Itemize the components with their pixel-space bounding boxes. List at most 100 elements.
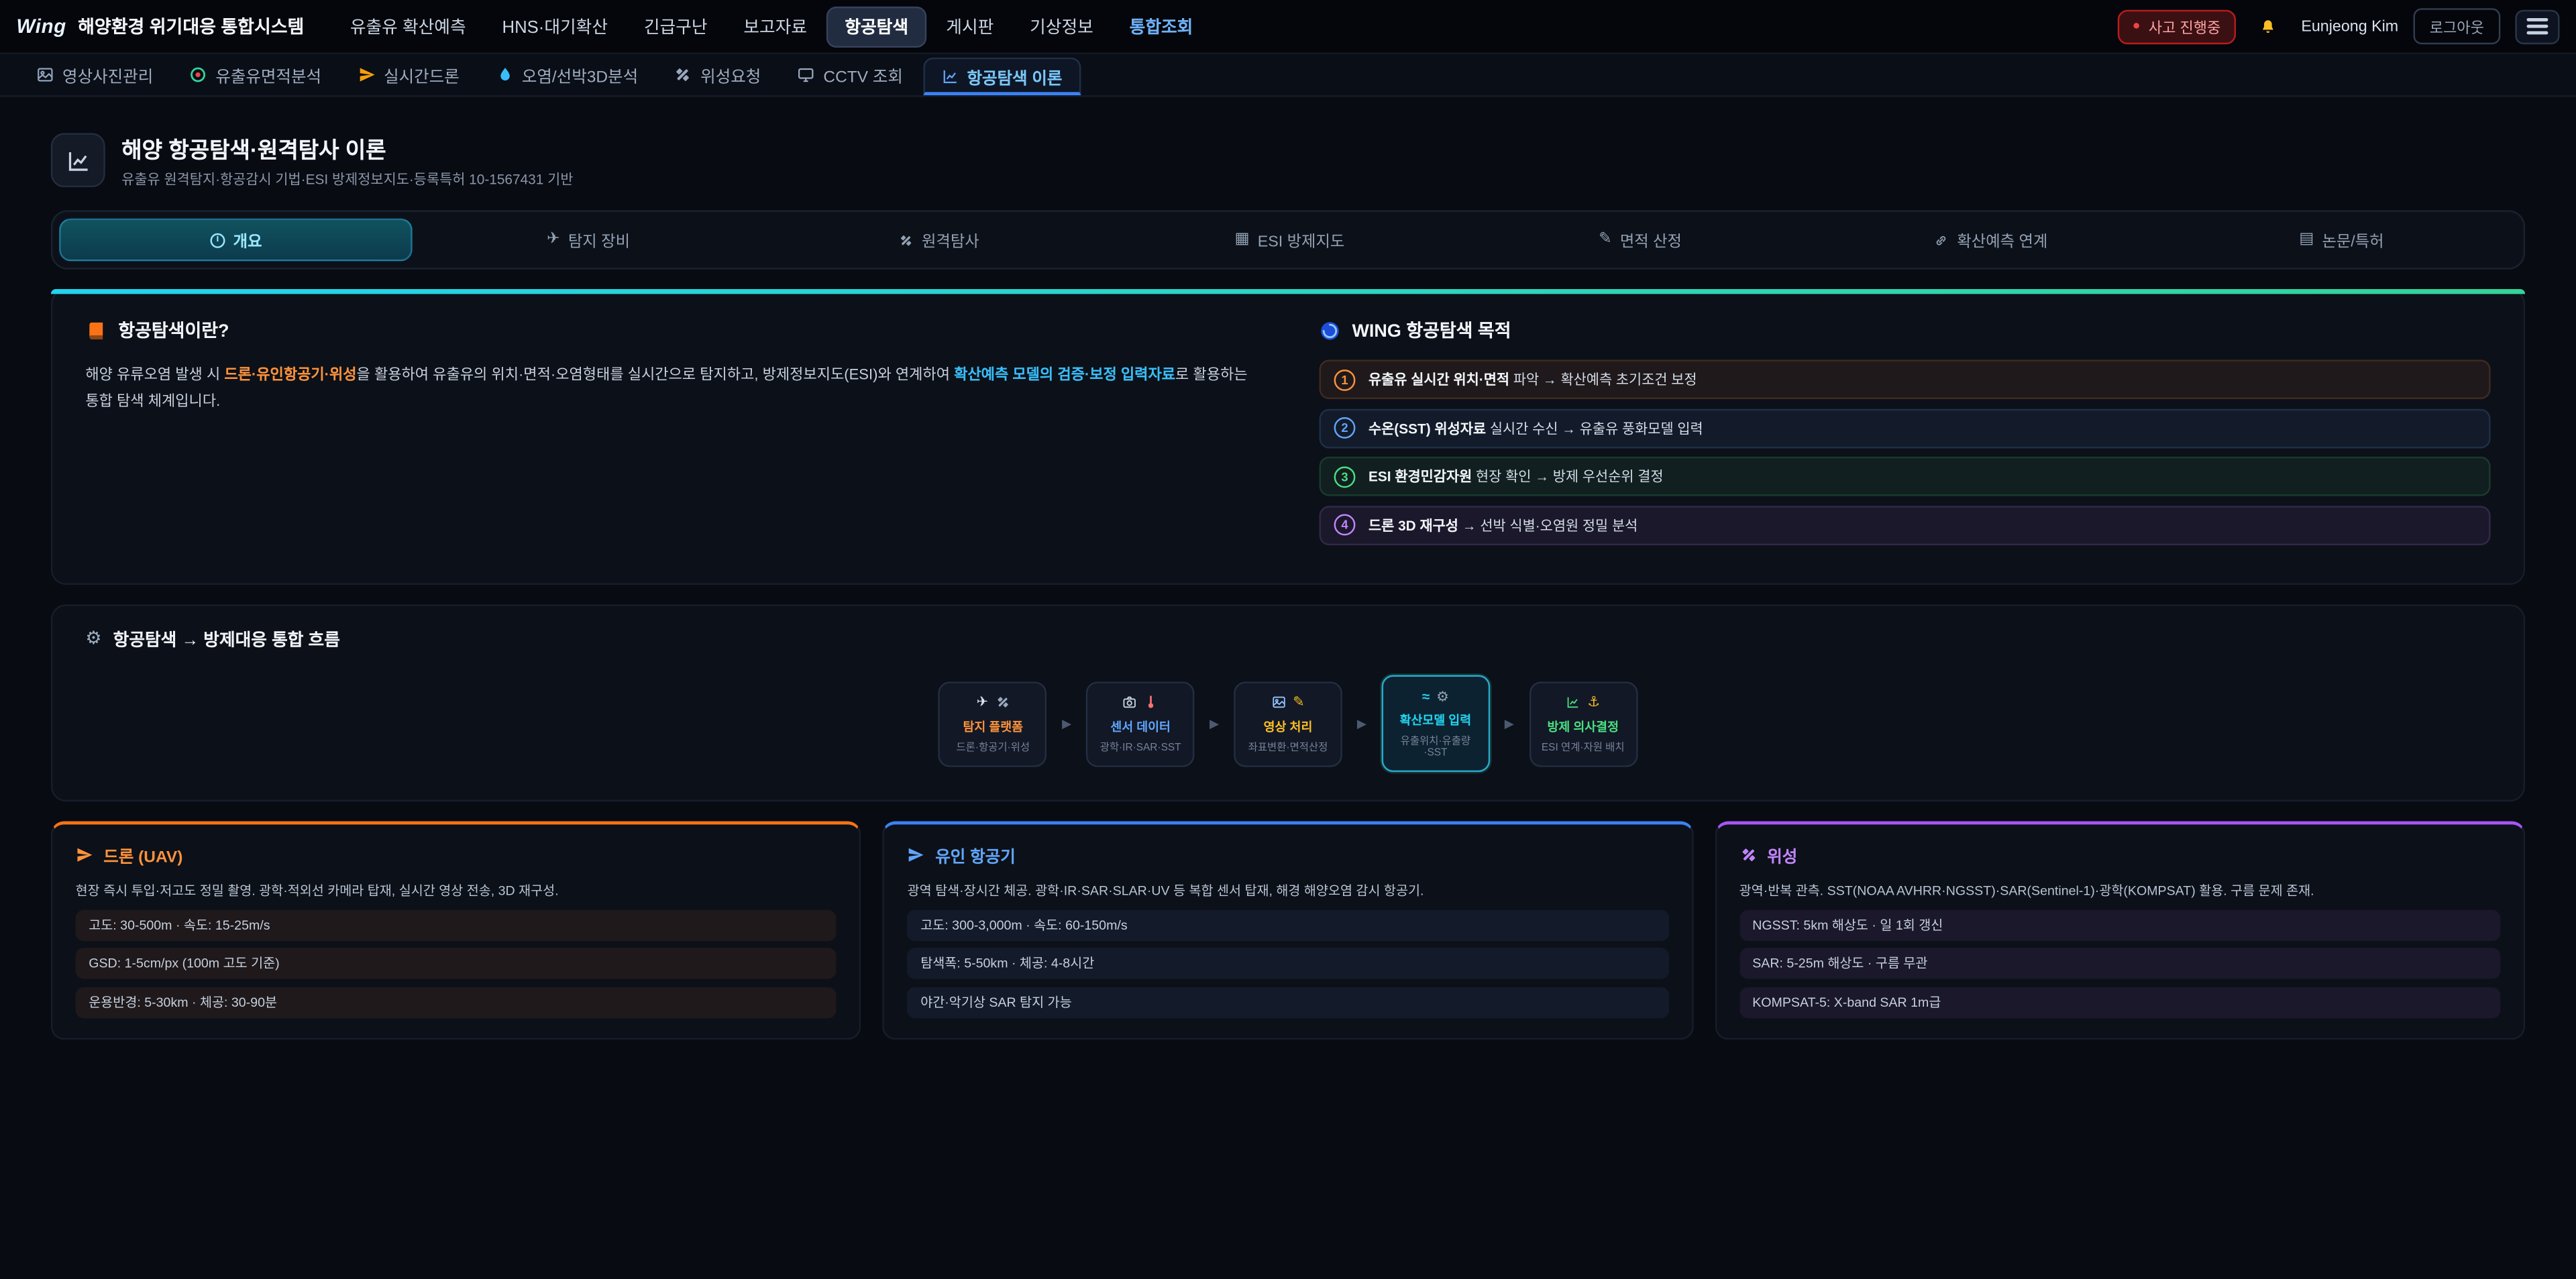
photo-icon [1271,695,1286,710]
nav-item-integrated-search[interactable]: 통합조회 [1113,7,1210,45]
info-icon: i [210,233,225,247]
drone-description: 현장 즉시 투입·저고도 정밀 촬영. 광학·적외선 카메라 탑재, 실시간 영… [76,881,837,902]
platform-card-manned-aircraft: 유인 항공기 광역 탐색·장시간 체공. 광학·IR·SAR·SLAR·UV 등… [883,821,1693,1039]
hamburger-icon [2527,18,2548,21]
target-icon [189,66,207,84]
nav-item-emergency-rescue[interactable]: 긴급구난 [627,7,724,45]
main-nav: 유출유 확산예측 HNS·대기확산 긴급구난 보고자료 항공탐색 게시판 기상정… [333,6,1209,47]
camera-icon [1122,695,1137,710]
satellite-icon [995,695,1010,710]
main-content: 해양 항공탐색·원격탐사 이론 유출유 원격탐지·항공감시 기법·ESI 방제정… [0,131,2576,1040]
spec-row: 고도: 30-500m · 속도: 15-25m/s [76,909,837,941]
nav-item-oil-spill-prediction[interactable]: 유출유 확산예측 [333,7,482,45]
nav-item-hns-dispersion[interactable]: HNS·대기확산 [486,7,624,45]
tab-detection-equipment[interactable]: ✈ 탐지 장비 [413,219,764,262]
monitor-icon [797,66,815,84]
nav-item-aerial-search[interactable]: 항공탐색 [826,6,926,47]
flow-section: ⚙ 항공탐색 → 방제대응 통합 흐름 ✈ 탐지 플랫폼 드론·항공기·위성 ▶ [51,604,2525,801]
logo-icon: Wing [16,15,66,38]
bell-icon [2259,17,2277,36]
spec-row: NGSST: 5km 해상도 · 일 1회 갱신 [1739,909,2501,941]
tab-area-calculation[interactable]: ✎ 면적 산정 [1465,219,1816,262]
tab-overview[interactable]: i 개요 [59,219,413,262]
flow-arrow-icon: ▶ [1062,716,1071,731]
app-window: Wing 해양환경 위기대응 통합시스템 유출유 확산예측 HNS·대기확산 긴… [0,0,2576,1279]
app-title: 해양환경 위기대응 통합시스템 [78,13,304,40]
page-subtitle: 유출유 원격탐지·항공감시 기법·ESI 방제정보지도·등록특허 10-1567… [121,169,573,188]
subnav-item-image-management[interactable]: 영상사진관리 [19,54,169,95]
nav-item-board[interactable]: 게시판 [930,7,1010,45]
subnav-item-satellite-request[interactable]: 위성요청 [658,54,777,95]
subnav-item-cctv[interactable]: CCTV 조회 [781,54,920,95]
spec-row: 야간·악기상 SAR 탐지 가능 [908,987,1669,1018]
number-badge-1: 1 [1334,369,1356,390]
purpose-item-text: 유출유 실시간 위치·면적 파악 → 확산예측 초기조건 보정 [1368,370,1697,389]
subnav-item-realtime-drone[interactable]: 실시간드론 [341,54,476,95]
subnav-item-aerial-search-theory[interactable]: 항공탐색 이론 [922,58,1080,95]
logout-button[interactable]: 로그아웃 [2413,8,2500,44]
number-badge-4: 4 [1334,514,1356,536]
drone-icon [76,846,94,864]
incident-badge-label: 사고 진행중 [2149,15,2221,37]
tab-prediction-link[interactable]: 확산예측 연계 [1815,219,2166,262]
hamburger-menu-button[interactable] [2515,9,2559,43]
sub-nav: 영상사진관리 유출유면적분석 실시간드론 오염/선박3D분석 위성요청 CCTV… [0,54,2576,97]
satellite-card-heading: 위성 [1739,842,2501,867]
chart-icon [941,66,959,85]
number-badge-2: 2 [1334,417,1356,439]
tab-remote-sensing[interactable]: 원격탐사 [763,219,1114,262]
spec-row: 탐색폭: 5-50km · 체공: 4-8시간 [908,948,1669,980]
what-is-paragraph: 해양 유류오염 발생 시 드론·유인항공기·위성을 활용하여 유출유의 위치·면… [85,362,1256,414]
purpose-item-text: 수온(SST) 위성자료 실시간 수신 → 유출유 풍화모델 입력 [1368,418,1703,437]
subnav-item-pollution-ship-3d[interactable]: 오염/선박3D분석 [479,54,654,95]
drone-icon [358,66,376,84]
drone-card-heading: 드론 (UAV) [76,842,837,867]
flow-step-icons [1095,692,1187,712]
spec-row: GSD: 1-5cm/px (100m 고도 기준) [76,948,837,980]
page-title: 해양 항공탐색·원격탐사 이론 [121,131,573,164]
overview-section: 항공탐색이란? 해양 유류오염 발생 시 드론·유인항공기·위성을 활용하여 유… [51,289,2525,585]
nav-item-reports[interactable]: 보고자료 [727,7,824,45]
cyclone-icon [1320,319,1341,341]
wave-icon: ≈ [1422,689,1430,704]
remote-sensing-chart-icon [65,147,91,173]
purpose-column: WING 항공탐색 목적 1 유출유 실시간 위치·면적 파악 → 확산예측 초… [1320,317,2491,554]
nav-item-weather[interactable]: 기상정보 [1014,7,1110,45]
flow-step-icons: ✈ [947,692,1039,712]
plane-icon: ✈ [547,232,560,247]
book-icon [85,319,107,341]
flow-step-model-input: ≈ ⚙ 확산모델 입력 유출위치·유출량·SST [1381,675,1490,772]
flow-diagram: ✈ 탐지 플랫폼 드론·항공기·위성 ▶ 센서 데이터 광학·IR·SAR·SS… [85,675,2490,772]
spec-row: 운용반경: 5-30km · 체공: 30-90분 [76,987,837,1018]
tab-papers-patents[interactable]: ▤ 논문/특허 [2166,219,2517,262]
satellite-icon [1739,846,1758,864]
document-icon: ▤ [2299,232,2314,247]
flow-arrow-icon: ▶ [1210,716,1219,731]
flow-step-icons: ✎ [1242,692,1334,712]
gear-icon: ⚙ [85,630,101,649]
anchor-icon: ⚓ [1587,696,1600,710]
flow-step-response-decision: ⚓ 방제 의사결정 ESI 연계·자원 배치 [1529,681,1638,766]
alert-dot-icon: ● [2133,19,2141,33]
flow-arrow-icon: ▶ [1505,716,1514,731]
aircraft-card-heading: 유인 항공기 [908,842,1669,867]
topbar-right: ● 사고 진행중 Eunjeong Kim 로그아웃 [2118,8,2560,44]
purpose-item-esi-priority: 3 ESI 환경민감자원 현장 확인 → 방제 우선순위 결정 [1320,457,2491,496]
what-is-heading: 항공탐색이란? [85,317,1256,343]
incident-status-badge[interactable]: ● 사고 진행중 [2118,9,2236,43]
user-name: Eunjeong Kim [2301,17,2398,36]
platform-card-satellite: 위성 광역·반복 관측. SST(NOAA AVHRR·NGSST)·SAR(S… [1715,821,2525,1039]
tab-esi-map[interactable]: ▦ ESI 방제지도 [1114,219,1465,262]
map-grid-icon: ▦ [1234,232,1249,247]
flow-step-sensor-data: 센서 데이터 광학·IR·SAR·SST [1086,681,1195,766]
brand-logo[interactable]: Wing 해양환경 위기대응 통합시스템 [16,13,304,40]
platform-card-drone: 드론 (UAV) 현장 즉시 투입·저고도 정밀 촬영. 광학·적외선 카메라 … [51,821,861,1039]
topbar: Wing 해양환경 위기대응 통합시스템 유출유 확산예측 HNS·대기확산 긴… [0,0,2576,54]
subnav-item-oil-area-analysis[interactable]: 유출유면적분석 [173,54,338,95]
satellite-description: 광역·반복 관측. SST(NOAA AVHRR·NGSST)·SAR(Sent… [1739,881,2501,902]
flow-step-icons: ⚓ [1537,692,1629,712]
purpose-item-text: ESI 환경민감자원 현장 확인 → 방제 우선순위 결정 [1368,467,1664,486]
satellite-icon [899,233,914,247]
flow-heading: ⚙ 항공탐색 → 방제대응 통합 흐름 [85,628,2490,653]
notifications-bell-button[interactable] [2250,8,2286,44]
